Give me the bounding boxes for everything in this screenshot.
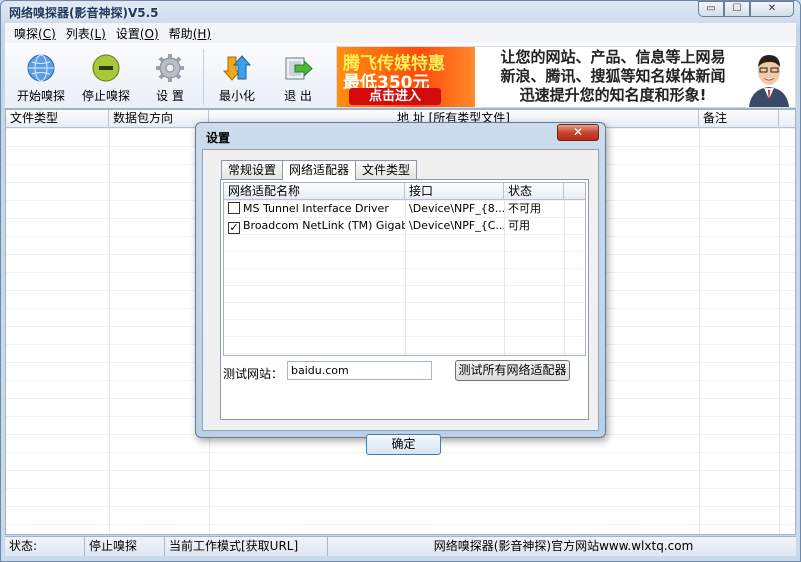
adapter-name-cell: ✓Broadcom NetLink (TM) Gigabit... xyxy=(224,217,405,234)
status-bar: 状态: 停止嗅探 当前工作模式[获取URL] 网络嗅探器(影音神探)官方网站ww… xyxy=(5,536,796,556)
column-adapter-name[interactable]: 网络适配名称 xyxy=(224,183,405,200)
toolbar: 开始嗅探 停止嗅探 设 置 最小化 退 出 腾飞传媒特惠 最低350元 点击进入… xyxy=(5,43,796,109)
adapter-list[interactable]: 网络适配名称 接口 状态 MS Tunnel Interface Driver … xyxy=(223,182,586,356)
status-label: 状态: xyxy=(5,537,85,556)
dialog-tabs: 常规设置 网络适配器 文件类型 xyxy=(221,160,418,180)
tab-panel-network-adapter: 网络适配名称 接口 状态 MS Tunnel Interface Driver … xyxy=(220,179,589,420)
main-window: 网络嗅探器(影音神探)V5.5 ▭ ☐ ✕ 嗅探(C) 列表(L) 设置(O) … xyxy=(0,0,801,562)
maximize-button[interactable]: ☐ xyxy=(724,1,750,17)
table-col-divider xyxy=(699,128,700,534)
test-site-label: 测试网站： xyxy=(223,367,284,381)
status-mode: 当前工作模式[获取URL] xyxy=(165,537,328,556)
tab-general-settings[interactable]: 常规设置 xyxy=(221,160,284,179)
adapter-checkbox[interactable]: ✓ xyxy=(228,222,240,234)
ad-banner[interactable]: 腾飞传媒特惠 最低350元 点击进入 让您的网站、产品、信息等上网易 新浪、腾讯… xyxy=(336,46,796,108)
adapter-checkbox[interactable] xyxy=(228,202,240,214)
ad-banner-text: 让您的网站、产品、信息等上网易 新浪、腾讯、搜狐等知名媒体新闻 迅速提升您的知名… xyxy=(479,48,747,105)
stop-sniff-button[interactable]: 停止嗅探 xyxy=(77,47,135,107)
ad-text-line1: 让您的网站、产品、信息等上网易 xyxy=(500,48,726,66)
minus-circle-icon xyxy=(92,54,120,82)
ad-text-line2: 新浪、腾讯、搜狐等知名媒体新闻 xyxy=(500,67,726,85)
column-direction[interactable]: 数据包方向 xyxy=(109,110,209,128)
menu-help[interactable]: 帮助(H) xyxy=(164,25,216,42)
window-title: 网络嗅探器(影音神探)V5.5 xyxy=(9,6,159,20)
settings-label: 设 置 xyxy=(156,89,184,103)
tab-file-types[interactable]: 文件类型 xyxy=(355,160,418,179)
list-col-divider xyxy=(564,200,565,355)
adapter-interface: \Device\NPF_{8... xyxy=(409,202,504,215)
close-button[interactable]: ✕ xyxy=(750,1,794,17)
ad-text-line3: 迅速提升您的知名度和形象! xyxy=(519,86,707,104)
ad-cta-button[interactable]: 点击进入 xyxy=(349,88,441,105)
test-all-adapters-button[interactable]: 测试所有网络适配器 xyxy=(455,360,570,381)
adapter-status: 不可用 xyxy=(508,202,541,215)
person-photo xyxy=(745,47,793,107)
exit-button[interactable]: 退 出 xyxy=(273,47,323,107)
test-site-input[interactable] xyxy=(287,361,432,380)
adapter-name: MS Tunnel Interface Driver xyxy=(243,202,389,215)
settings-button[interactable]: 设 置 xyxy=(145,47,195,107)
column-status[interactable]: 状态 xyxy=(504,183,564,200)
menu-bar: 嗅探(C) 列表(L) 设置(O) 帮助(H) xyxy=(5,23,796,43)
title-bar[interactable]: 网络嗅探器(影音神探)V5.5 ▭ ☐ ✕ xyxy=(1,1,800,21)
list-col-divider xyxy=(405,200,406,355)
minimize-button[interactable]: ▭ xyxy=(698,1,724,17)
list-col-divider xyxy=(504,200,505,355)
adapter-interface: \Device\NPF_{C... xyxy=(409,219,504,232)
start-sniff-button[interactable]: 开始嗅探 xyxy=(11,47,71,107)
column-notes[interactable]: 备注 xyxy=(699,110,779,128)
adapter-name-cell: MS Tunnel Interface Driver xyxy=(224,200,405,217)
dialog-title: 设置 xyxy=(206,131,231,145)
arrows-down-icon xyxy=(222,55,252,81)
exit-arrow-icon xyxy=(285,57,313,80)
adapter-status: 可用 xyxy=(508,219,530,232)
dialog-close-button[interactable]: ✕ xyxy=(557,124,599,141)
menu-settings[interactable]: 设置(O) xyxy=(111,25,164,42)
column-interface[interactable]: 接口 xyxy=(405,183,504,200)
settings-dialog: 设置 ✕ 常规设置 网络适配器 文件类型 网络适配名称 接口 状态 MS Tun… xyxy=(195,122,606,455)
adapter-list-header: 网络适配名称 接口 状态 xyxy=(224,183,585,200)
minimize-app-label: 最小化 xyxy=(218,89,255,103)
status-website[interactable]: 网络嗅探器(影音神探)官方网站www.wlxtq.com xyxy=(328,537,795,556)
start-sniff-label: 开始嗅探 xyxy=(16,89,65,103)
menu-sniff[interactable]: 嗅探(C) xyxy=(9,25,61,42)
tab-network-adapter[interactable]: 网络适配器 xyxy=(282,160,357,180)
status-state: 停止嗅探 xyxy=(85,537,165,556)
table-col-divider xyxy=(779,128,780,534)
minimize-app-button[interactable]: 最小化 xyxy=(211,47,263,107)
ad-banner-promo: 腾飞传媒特惠 最低350元 点击进入 xyxy=(337,47,475,107)
gear-icon xyxy=(156,54,184,82)
column-filler xyxy=(564,183,585,200)
menu-list[interactable]: 列表(L) xyxy=(61,25,111,42)
adapter-name: Broadcom NetLink (TM) Gigabit... xyxy=(243,219,405,232)
globe-icon xyxy=(27,54,55,82)
window-controls: ▭ ☐ ✕ xyxy=(698,1,794,18)
stop-sniff-label: 停止嗅探 xyxy=(81,89,130,103)
exit-label: 退 出 xyxy=(284,89,312,103)
column-file-type[interactable]: 文件类型 xyxy=(6,110,109,128)
toolbar-separator xyxy=(203,49,204,105)
table-col-divider xyxy=(109,128,110,534)
dialog-body: 常规设置 网络适配器 文件类型 网络适配名称 接口 状态 MS Tunnel I… xyxy=(202,149,599,455)
ok-button[interactable]: 确定 xyxy=(366,434,441,455)
